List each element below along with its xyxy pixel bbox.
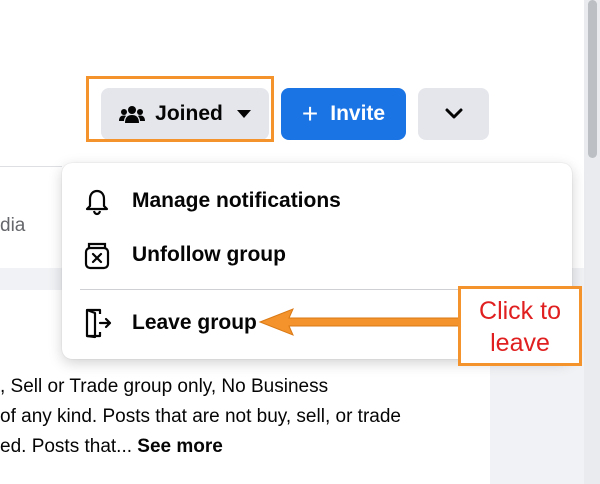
invite-label: Invite <box>330 102 386 125</box>
annotation-callout: Click to leave <box>458 286 582 366</box>
plus-icon: + <box>301 98 319 129</box>
annotation-arrow <box>258 308 461 336</box>
menu-item-manage-notifications[interactable]: Manage notifications <box>80 178 550 224</box>
scrollbar-thumb[interactable] <box>588 0 597 158</box>
section-gap <box>0 268 62 290</box>
about-line: of any kind. Posts that are not buy, sel… <box>0 406 401 427</box>
menu-item-label: Manage notifications <box>132 189 341 212</box>
tab-media[interactable]: dia <box>0 215 25 237</box>
chevron-down-icon <box>445 108 462 119</box>
leave-door-icon <box>80 306 114 340</box>
about-line: , Sell or Trade group only, No Business <box>0 376 329 397</box>
callout-line: Click to <box>479 297 561 325</box>
callout-line: leave <box>490 329 550 357</box>
see-more-link[interactable]: See more <box>137 436 223 457</box>
bell-icon <box>80 184 114 218</box>
tab-divider <box>0 166 62 167</box>
more-options-button[interactable] <box>418 88 489 140</box>
menu-item-label: Unfollow group <box>132 243 286 266</box>
menu-item-label: Leave group <box>132 311 257 334</box>
unfollow-icon <box>80 238 114 272</box>
about-line: ed. Posts that... <box>0 436 138 457</box>
invite-button[interactable]: + Invite <box>281 88 406 140</box>
annotation-highlight-box <box>86 76 274 142</box>
menu-item-unfollow-group[interactable]: Unfollow group <box>80 232 550 278</box>
about-line-3: ed. Posts that... See more <box>0 432 485 462</box>
about-description: , Sell or Trade group only, No Business … <box>0 372 485 462</box>
